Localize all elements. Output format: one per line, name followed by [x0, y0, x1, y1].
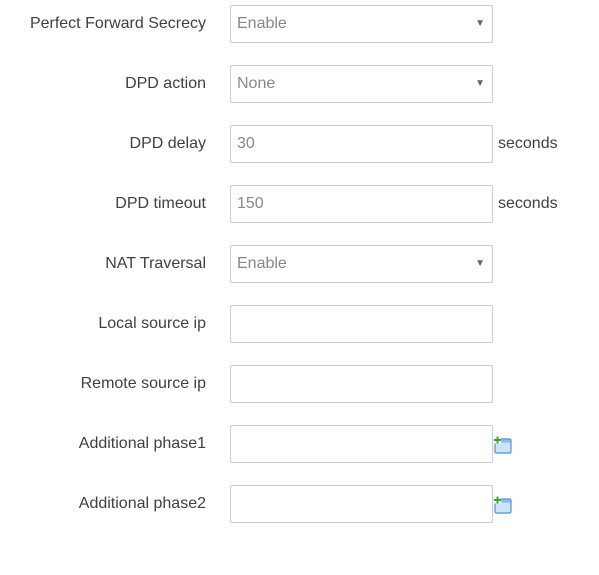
- row-nat-traversal: NAT Traversal Enable ▼: [0, 245, 599, 283]
- add-entry-icon[interactable]: [493, 496, 513, 514]
- nat-traversal-select[interactable]: Enable ▼: [230, 245, 493, 283]
- chevron-down-icon: ▼: [475, 78, 485, 89]
- additional-phase2-input[interactable]: [230, 485, 493, 523]
- additional-phase2-label: Additional phase2: [78, 495, 206, 512]
- additional-phase1-input[interactable]: [230, 425, 493, 463]
- local-source-ip-label: Local source ip: [98, 315, 206, 332]
- row-additional-phase1: Additional phase1: [0, 425, 599, 463]
- dpd-timeout-input[interactable]: [230, 185, 493, 223]
- remote-source-ip-label: Remote source ip: [80, 375, 206, 392]
- row-dpd-action: DPD action None ▼: [0, 65, 599, 103]
- chevron-down-icon: ▼: [475, 258, 485, 269]
- chevron-down-icon: ▼: [475, 18, 485, 29]
- remote-source-ip-input[interactable]: [230, 365, 493, 403]
- row-perfect-forward-secrecy: Perfect Forward Secrecy Enable ▼: [0, 5, 599, 43]
- row-local-source-ip: Local source ip: [0, 305, 599, 343]
- additional-phase1-label: Additional phase1: [78, 435, 206, 452]
- row-dpd-timeout: DPD timeout seconds: [0, 185, 599, 223]
- add-entry-icon[interactable]: [493, 436, 513, 454]
- perfect-forward-secrecy-value: Enable: [237, 15, 287, 32]
- dpd-timeout-label: DPD timeout: [115, 195, 206, 212]
- nat-traversal-value: Enable: [237, 255, 287, 272]
- dpd-action-value: None: [237, 75, 276, 92]
- dpd-action-select[interactable]: None ▼: [230, 65, 493, 103]
- row-additional-phase2: Additional phase2: [0, 485, 599, 523]
- dpd-action-label: DPD action: [125, 75, 206, 92]
- local-source-ip-input[interactable]: [230, 305, 493, 343]
- perfect-forward-secrecy-label: Perfect Forward Secrecy: [29, 15, 206, 32]
- ipsec-settings-form: Perfect Forward Secrecy Enable ▼ DPD act…: [0, 0, 599, 575]
- nat-traversal-label: NAT Traversal: [105, 255, 206, 272]
- dpd-delay-label: DPD delay: [129, 135, 206, 152]
- dpd-delay-input[interactable]: [230, 125, 493, 163]
- perfect-forward-secrecy-select[interactable]: Enable ▼: [230, 5, 493, 43]
- row-remote-source-ip: Remote source ip: [0, 365, 599, 403]
- row-dpd-delay: DPD delay seconds: [0, 125, 599, 163]
- dpd-delay-unit: seconds: [498, 135, 558, 152]
- dpd-timeout-unit: seconds: [498, 195, 558, 212]
